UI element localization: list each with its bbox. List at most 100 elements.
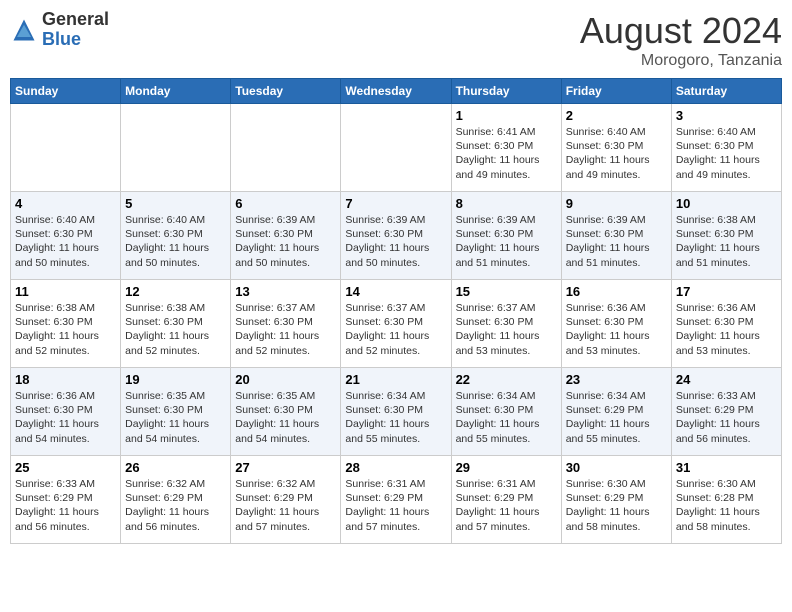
calendar-cell: 3 Sunrise: 6:40 AM Sunset: 6:30 PM Daylig…	[671, 104, 781, 192]
calendar-header: SundayMondayTuesdayWednesdayThursdayFrid…	[11, 79, 782, 104]
weekday-row: SundayMondayTuesdayWednesdayThursdayFrid…	[11, 79, 782, 104]
calendar-cell: 16 Sunrise: 6:36 AM Sunset: 6:30 PM Dayli…	[561, 280, 671, 368]
calendar-cell: 29 Sunrise: 6:31 AM Sunset: 6:29 PM Dayli…	[451, 456, 561, 544]
calendar-cell: 21 Sunrise: 6:34 AM Sunset: 6:30 PM Dayli…	[341, 368, 451, 456]
day-number: 25	[15, 460, 116, 475]
title-block: August 2024 Morogoro, Tanzania	[580, 10, 782, 70]
calendar-cell	[231, 104, 341, 192]
day-info: Sunrise: 6:33 AM Sunset: 6:29 PM Dayligh…	[15, 477, 116, 534]
calendar-cell: 10 Sunrise: 6:38 AM Sunset: 6:30 PM Dayli…	[671, 192, 781, 280]
calendar-cell: 30 Sunrise: 6:30 AM Sunset: 6:29 PM Dayli…	[561, 456, 671, 544]
calendar-cell: 31Sunrise: 6:30 AM Sunset: 6:28 PM Dayli…	[671, 456, 781, 544]
day-number: 18	[15, 372, 116, 387]
calendar-cell: 17 Sunrise: 6:36 AM Sunset: 6:30 PM Dayli…	[671, 280, 781, 368]
logo-icon	[10, 16, 38, 44]
day-number: 20	[235, 372, 336, 387]
logo: General Blue	[10, 10, 109, 50]
day-info: Sunrise: 6:38 AM Sunset: 6:30 PM Dayligh…	[676, 213, 777, 270]
day-info: Sunrise: 6:30 AM Sunset: 6:28 PM Dayligh…	[676, 477, 777, 534]
calendar-cell: 25 Sunrise: 6:33 AM Sunset: 6:29 PM Dayli…	[11, 456, 121, 544]
calendar-cell: 8Sunrise: 6:39 AM Sunset: 6:30 PM Daylig…	[451, 192, 561, 280]
day-number: 24	[676, 372, 777, 387]
day-info: Sunrise: 6:36 AM Sunset: 6:30 PM Dayligh…	[676, 301, 777, 358]
day-number: 2	[566, 108, 667, 123]
calendar-cell	[11, 104, 121, 192]
day-number: 8	[456, 196, 557, 211]
day-info: Sunrise: 6:37 AM Sunset: 6:30 PM Dayligh…	[345, 301, 446, 358]
day-number: 29	[456, 460, 557, 475]
day-number: 15	[456, 284, 557, 299]
day-number: 27	[235, 460, 336, 475]
calendar-cell: 11 Sunrise: 6:38 AM Sunset: 6:30 PM Dayli…	[11, 280, 121, 368]
day-number: 6	[235, 196, 336, 211]
calendar-cell: 9Sunrise: 6:39 AM Sunset: 6:30 PM Daylig…	[561, 192, 671, 280]
day-number: 30	[566, 460, 667, 475]
day-info: Sunrise: 6:31 AM Sunset: 6:29 PM Dayligh…	[456, 477, 557, 534]
day-number: 10	[676, 196, 777, 211]
calendar-cell: 28 Sunrise: 6:31 AM Sunset: 6:29 PM Dayli…	[341, 456, 451, 544]
day-number: 3	[676, 108, 777, 123]
day-info: Sunrise: 6:41 AM Sunset: 6:30 PM Dayligh…	[456, 125, 557, 182]
day-number: 11	[15, 284, 116, 299]
weekday-header-monday: Monday	[121, 79, 231, 104]
day-info: Sunrise: 6:34 AM Sunset: 6:29 PM Dayligh…	[566, 389, 667, 446]
day-info: Sunrise: 6:40 AM Sunset: 6:30 PM Dayligh…	[125, 213, 226, 270]
day-number: 17	[676, 284, 777, 299]
day-info: Sunrise: 6:40 AM Sunset: 6:30 PM Dayligh…	[15, 213, 116, 270]
day-info: Sunrise: 6:32 AM Sunset: 6:29 PM Dayligh…	[235, 477, 336, 534]
day-info: Sunrise: 6:36 AM Sunset: 6:30 PM Dayligh…	[566, 301, 667, 358]
weekday-header-tuesday: Tuesday	[231, 79, 341, 104]
day-info: Sunrise: 6:32 AM Sunset: 6:29 PM Dayligh…	[125, 477, 226, 534]
logo-general-text: General	[42, 9, 109, 29]
day-info: Sunrise: 6:33 AM Sunset: 6:29 PM Dayligh…	[676, 389, 777, 446]
calendar-cell: 26 Sunrise: 6:32 AM Sunset: 6:29 PM Dayli…	[121, 456, 231, 544]
calendar-cell: 2 Sunrise: 6:40 AM Sunset: 6:30 PM Daylig…	[561, 104, 671, 192]
day-number: 26	[125, 460, 226, 475]
day-info: Sunrise: 6:36 AM Sunset: 6:30 PM Dayligh…	[15, 389, 116, 446]
day-info: Sunrise: 6:39 AM Sunset: 6:30 PM Dayligh…	[235, 213, 336, 270]
calendar-body: 1 Sunrise: 6:41 AM Sunset: 6:30 PM Daylig…	[11, 104, 782, 544]
day-info: Sunrise: 6:38 AM Sunset: 6:30 PM Dayligh…	[125, 301, 226, 358]
calendar-cell: 7Sunrise: 6:39 AM Sunset: 6:30 PM Daylig…	[341, 192, 451, 280]
day-info: Sunrise: 6:38 AM Sunset: 6:30 PM Dayligh…	[15, 301, 116, 358]
day-info: Sunrise: 6:39 AM Sunset: 6:30 PM Dayligh…	[345, 213, 446, 270]
weekday-header-thursday: Thursday	[451, 79, 561, 104]
calendar-cell: 23Sunrise: 6:34 AM Sunset: 6:29 PM Dayli…	[561, 368, 671, 456]
calendar-cell: 1 Sunrise: 6:41 AM Sunset: 6:30 PM Daylig…	[451, 104, 561, 192]
day-info: Sunrise: 6:40 AM Sunset: 6:30 PM Dayligh…	[566, 125, 667, 182]
week-row-2: 4 Sunrise: 6:40 AM Sunset: 6:30 PM Daylig…	[11, 192, 782, 280]
day-info: Sunrise: 6:40 AM Sunset: 6:30 PM Dayligh…	[676, 125, 777, 182]
day-info: Sunrise: 6:37 AM Sunset: 6:30 PM Dayligh…	[456, 301, 557, 358]
calendar-cell: 14 Sunrise: 6:37 AM Sunset: 6:30 PM Dayli…	[341, 280, 451, 368]
page-header: General Blue August 2024 Morogoro, Tanza…	[10, 10, 782, 70]
weekday-header-saturday: Saturday	[671, 79, 781, 104]
day-number: 28	[345, 460, 446, 475]
weekday-header-friday: Friday	[561, 79, 671, 104]
day-info: Sunrise: 6:37 AM Sunset: 6:30 PM Dayligh…	[235, 301, 336, 358]
day-number: 4	[15, 196, 116, 211]
day-number: 16	[566, 284, 667, 299]
weekday-header-sunday: Sunday	[11, 79, 121, 104]
calendar-cell: 4 Sunrise: 6:40 AM Sunset: 6:30 PM Daylig…	[11, 192, 121, 280]
week-row-1: 1 Sunrise: 6:41 AM Sunset: 6:30 PM Daylig…	[11, 104, 782, 192]
day-number: 9	[566, 196, 667, 211]
day-info: Sunrise: 6:31 AM Sunset: 6:29 PM Dayligh…	[345, 477, 446, 534]
day-info: Sunrise: 6:34 AM Sunset: 6:30 PM Dayligh…	[345, 389, 446, 446]
location-title: Morogoro, Tanzania	[580, 52, 782, 70]
weekday-header-wednesday: Wednesday	[341, 79, 451, 104]
calendar-cell: 22Sunrise: 6:34 AM Sunset: 6:30 PM Dayli…	[451, 368, 561, 456]
day-info: Sunrise: 6:35 AM Sunset: 6:30 PM Dayligh…	[235, 389, 336, 446]
day-number: 1	[456, 108, 557, 123]
day-info: Sunrise: 6:30 AM Sunset: 6:29 PM Dayligh…	[566, 477, 667, 534]
calendar-cell	[341, 104, 451, 192]
day-number: 14	[345, 284, 446, 299]
month-title: August 2024	[580, 10, 782, 52]
day-number: 21	[345, 372, 446, 387]
calendar-cell: 15 Sunrise: 6:37 AM Sunset: 6:30 PM Dayli…	[451, 280, 561, 368]
day-number: 5	[125, 196, 226, 211]
day-info: Sunrise: 6:35 AM Sunset: 6:30 PM Dayligh…	[125, 389, 226, 446]
calendar-cell: 19Sunrise: 6:35 AM Sunset: 6:30 PM Dayli…	[121, 368, 231, 456]
day-info: Sunrise: 6:34 AM Sunset: 6:30 PM Dayligh…	[456, 389, 557, 446]
calendar-cell: 20 Sunrise: 6:35 AM Sunset: 6:30 PM Dayli…	[231, 368, 341, 456]
calendar-cell: 27 Sunrise: 6:32 AM Sunset: 6:29 PM Dayli…	[231, 456, 341, 544]
